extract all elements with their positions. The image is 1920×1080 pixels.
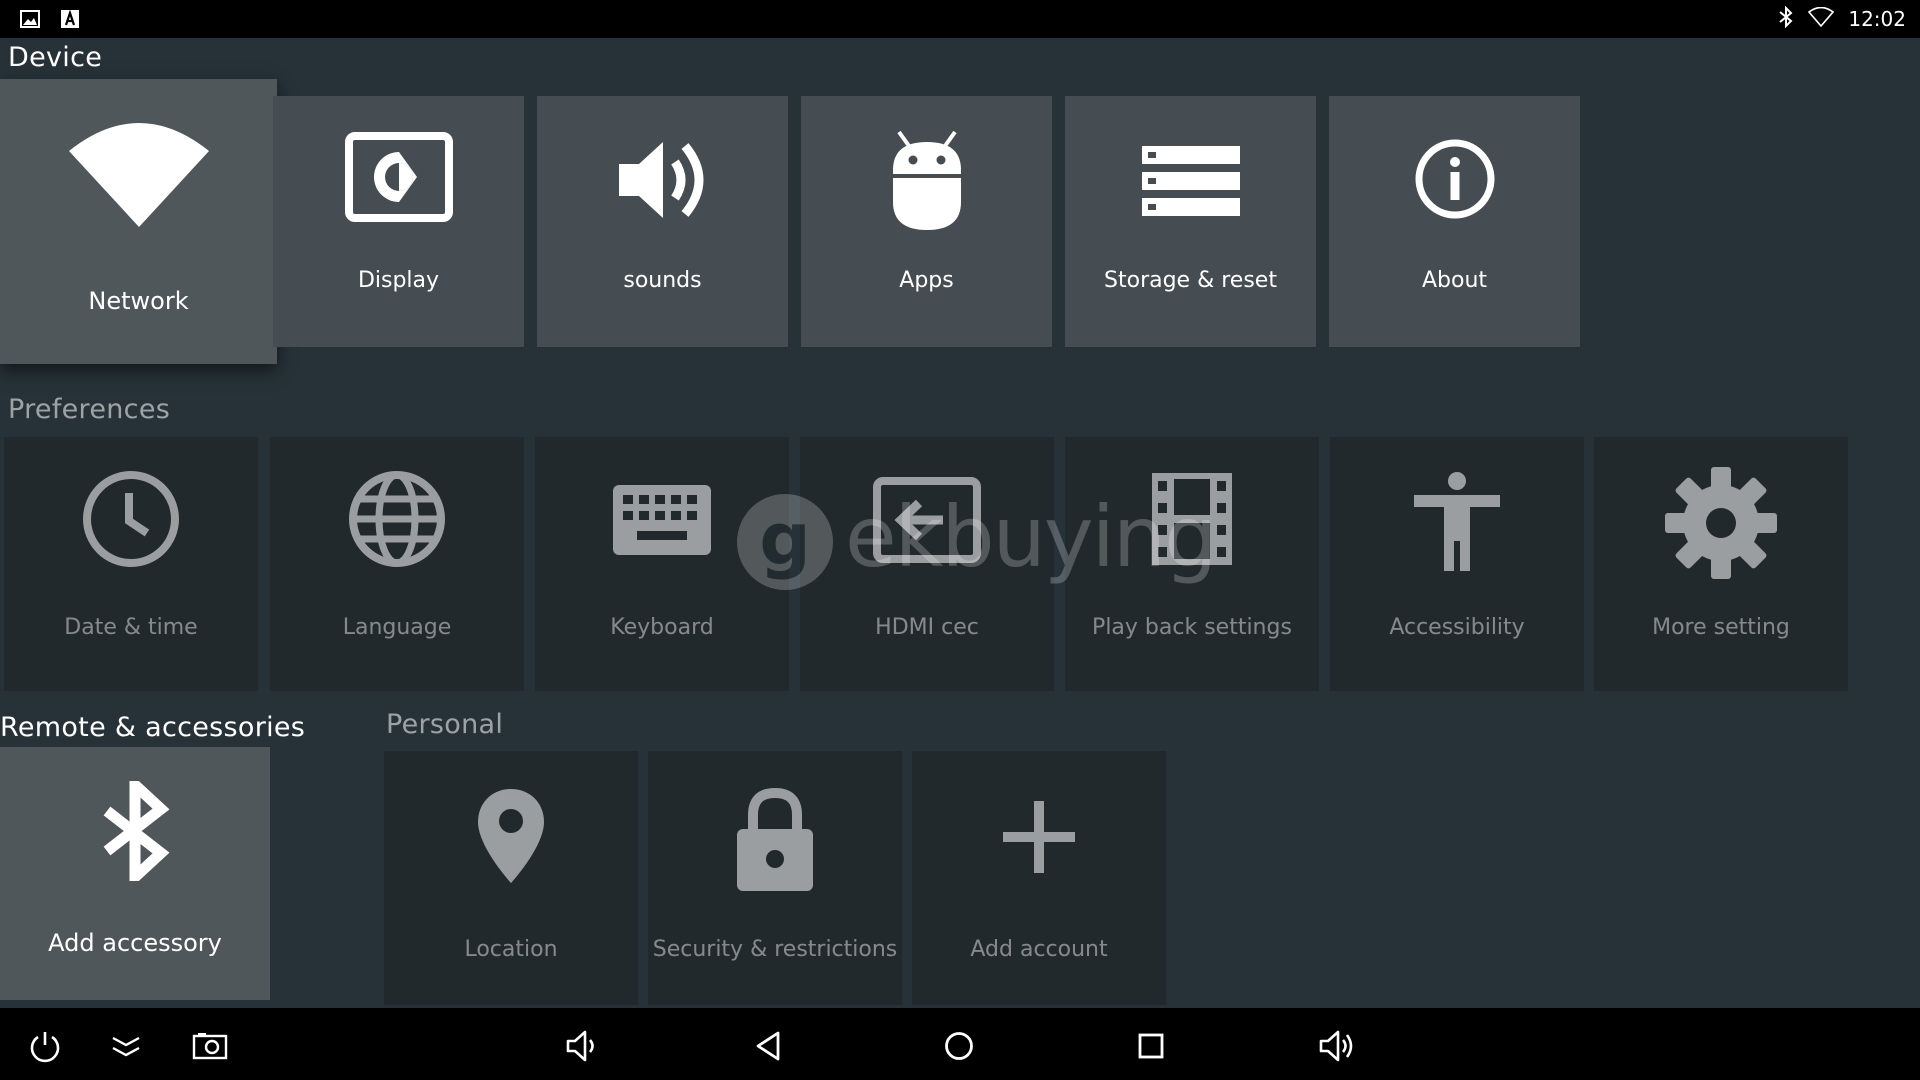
section-title-personal: Personal	[386, 709, 504, 740]
tile-more-setting[interactable]: More setting	[1594, 437, 1848, 691]
lock-icon	[648, 787, 902, 891]
gear-icon	[1594, 465, 1848, 581]
tile-add-account[interactable]: Add account	[912, 751, 1166, 1005]
display-icon	[273, 132, 524, 222]
tile-label: Accessibility	[1389, 615, 1525, 640]
tile-label: sounds	[623, 268, 702, 293]
tile-hdmi-cec[interactable]: HDMI cec	[800, 437, 1054, 691]
section-title-device: Device	[8, 42, 103, 73]
tile-label: Network	[88, 287, 189, 315]
wifi-icon	[1808, 6, 1835, 31]
storage-icon	[1065, 146, 1316, 216]
section-title-preferences: Preferences	[8, 394, 171, 425]
tile-label: Language	[342, 615, 452, 640]
speaker-icon	[537, 132, 788, 228]
tile-label: More setting	[1652, 615, 1790, 640]
tile-label: Keyboard	[610, 615, 714, 640]
image-icon	[20, 9, 40, 33]
tile-sounds[interactable]: sounds	[537, 96, 788, 347]
input-icon	[800, 477, 1054, 563]
tile-network[interactable]: Network	[0, 79, 277, 364]
tile-accessibility[interactable]: Accessibility	[1330, 437, 1584, 691]
wifi-icon	[0, 117, 277, 227]
keyboard-icon	[535, 485, 789, 555]
status-bar: 12:02	[0, 0, 1920, 38]
home-icon[interactable]	[939, 1026, 979, 1066]
tile-label: Display	[357, 268, 440, 293]
power-icon[interactable]	[25, 1026, 65, 1066]
tile-keyboard[interactable]: Keyboard	[535, 437, 789, 691]
location-pin-icon	[384, 787, 638, 885]
tile-add-accessory[interactable]: Add accessory	[0, 747, 270, 1000]
back-icon[interactable]	[748, 1026, 788, 1066]
film-icon	[1065, 473, 1319, 565]
navigation-bar	[0, 1008, 1920, 1080]
tile-location[interactable]: Location	[384, 751, 638, 1005]
globe-icon	[270, 469, 524, 569]
collapse-icon[interactable]	[106, 1026, 146, 1066]
screenshot-icon[interactable]	[190, 1026, 230, 1066]
tile-label: Date & time	[64, 615, 198, 640]
tile-label: Security & restrictions	[652, 937, 898, 962]
tile-label: Add account	[970, 937, 1108, 962]
tile-display[interactable]: Display	[273, 96, 524, 347]
section-title-remote: Remote & accessories	[0, 712, 306, 743]
info-icon	[1329, 138, 1580, 220]
tile-language[interactable]: Language	[270, 437, 524, 691]
tile-date-time[interactable]: Date & time	[4, 437, 258, 691]
tile-label: Play back settings	[1092, 615, 1292, 640]
volume-down-icon[interactable]	[562, 1026, 602, 1066]
volume-up-icon[interactable]	[1317, 1026, 1357, 1066]
tile-about[interactable]: About	[1329, 96, 1580, 347]
accessibility-icon	[1330, 471, 1584, 571]
tile-label: HDMI cec	[875, 615, 979, 640]
tile-label: Storage & reset	[1104, 268, 1277, 293]
bluetooth-icon	[0, 781, 270, 881]
clock-icon	[4, 469, 258, 569]
tile-security-restrictions[interactable]: Security & restrictions	[648, 751, 902, 1005]
tile-label: Apps	[899, 268, 954, 293]
text-a-icon	[60, 9, 80, 33]
tile-label: Location	[464, 937, 558, 962]
recents-icon[interactable]	[1131, 1026, 1171, 1066]
plus-icon	[912, 801, 1166, 873]
tile-label: Add accessory	[48, 929, 222, 957]
tile-apps[interactable]: Apps	[801, 96, 1052, 347]
clock: 12:02	[1848, 7, 1906, 31]
tile-play-back-settings[interactable]: Play back settings	[1065, 437, 1319, 691]
android-icon	[801, 126, 1052, 230]
tile-storage-reset[interactable]: Storage & reset	[1065, 96, 1316, 347]
bluetooth-icon	[1778, 5, 1794, 32]
tile-label: About	[1421, 268, 1488, 293]
